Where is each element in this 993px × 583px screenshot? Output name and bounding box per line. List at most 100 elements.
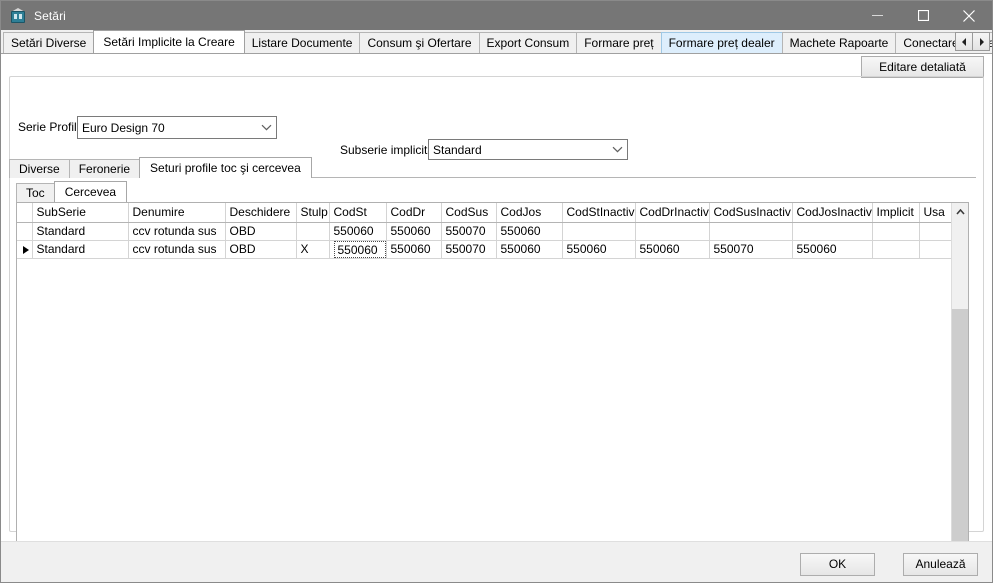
cell-codjos[interactable]: 550060: [496, 240, 563, 259]
tab-scroll-right-button[interactable]: [972, 32, 990, 51]
datagrid-vertical-scrollbar[interactable]: [951, 203, 968, 580]
close-icon: [963, 9, 975, 22]
cell-codjosinactiv[interactable]: [792, 222, 873, 241]
serie-profile-value: Euro Design 70: [82, 120, 165, 135]
row-header-cell[interactable]: [17, 222, 33, 241]
editare-detaliata-button[interactable]: Editare detaliată: [861, 56, 984, 78]
inner-tab-seturi-profile-toc-si-cercevea[interactable]: Seturi profile toc şi cercevea: [139, 157, 312, 178]
ok-button[interactable]: OK: [800, 553, 875, 576]
subserie-implicita-combobox[interactable]: Standard: [428, 139, 628, 160]
cell-codsusinactiv[interactable]: [709, 222, 793, 241]
column-header-codst[interactable]: CodSt: [329, 203, 387, 223]
cell-deschidere[interactable]: OBD: [225, 222, 297, 241]
cell-codsus[interactable]: 550070: [441, 222, 497, 241]
row-header-corner: [17, 203, 33, 223]
arrow-left-icon: [961, 37, 966, 46]
minimize-button[interactable]: [854, 1, 900, 30]
row-header-cell-current[interactable]: [17, 240, 33, 259]
main-tab-strip[interactable]: Setări Diverse Setări Implicite la Crear…: [1, 30, 992, 54]
cell-deschidere[interactable]: OBD: [225, 240, 297, 259]
cell-implicit[interactable]: [872, 240, 920, 259]
cell-stulp[interactable]: [296, 222, 330, 241]
cell-denumire[interactable]: ccv rotunda sus: [128, 222, 226, 241]
chevron-down-icon[interactable]: [257, 117, 276, 138]
tab-machete-rapoarte[interactable]: Machete Rapoarte: [781, 32, 897, 53]
close-button[interactable]: [946, 1, 992, 30]
cell-codjosinactiv[interactable]: 550060: [792, 240, 873, 259]
datagrid-table: SubSerie Denumire Deschidere Stulp CodSt…: [17, 203, 951, 259]
inner-tab-cercevea[interactable]: Cercevea: [53, 181, 128, 202]
inner-tab-feronerie[interactable]: Feronerie: [68, 159, 141, 178]
scroll-up-button[interactable]: [952, 203, 968, 220]
column-header-coddrinactiv[interactable]: CodDrInactiv: [635, 203, 710, 223]
subserie-implicita-label: Subserie implicită: [340, 143, 435, 157]
column-header-usa[interactable]: Usa: [919, 203, 951, 223]
maximize-button[interactable]: [900, 1, 946, 30]
column-header-stulp[interactable]: Stulp: [296, 203, 330, 223]
dialog-footer: OK Anulează: [1, 541, 992, 582]
seturi-profile-datagrid[interactable]: SubSerie Denumire Deschidere Stulp CodSt…: [16, 202, 969, 581]
cell-coddrinactiv[interactable]: 550060: [635, 240, 710, 259]
cancel-button[interactable]: Anulează: [903, 553, 978, 576]
cell-stulp[interactable]: X: [296, 240, 330, 259]
column-header-codstinactiv[interactable]: CodStInactiv: [562, 203, 636, 223]
cell-codjos[interactable]: 550060: [496, 222, 563, 241]
window-title: Setări: [34, 8, 66, 23]
serie-profile-combobox[interactable]: Euro Design 70: [77, 116, 277, 139]
cell-codst-selected[interactable]: 550060: [329, 240, 387, 259]
minimize-icon: [871, 15, 883, 16]
cell-codstinactiv[interactable]: 550060: [562, 240, 636, 259]
chevron-down-icon[interactable]: [608, 140, 627, 159]
cell-usa[interactable]: [919, 240, 951, 259]
table-row[interactable]: Standard ccv rotunda sus OBD 550060 5500…: [17, 222, 951, 241]
cell-codstinactiv[interactable]: [562, 222, 636, 241]
inner-tab-diverse[interactable]: Diverse: [9, 159, 70, 178]
datagrid-viewport[interactable]: SubSerie Denumire Deschidere Stulp CodSt…: [17, 203, 951, 580]
column-header-codsus[interactable]: CodSus: [441, 203, 497, 223]
settings-window: Setări Setări Diverse Setări Implicite l…: [0, 0, 993, 583]
maximize-icon: [917, 10, 929, 21]
column-header-codsusinactiv[interactable]: CodSusInactiv: [709, 203, 793, 223]
subserie-implicita-value: Standard: [433, 142, 482, 157]
inner-tab-toc[interactable]: Toc: [16, 183, 55, 202]
scroll-up-icon: [956, 208, 965, 215]
cell-subserie[interactable]: Standard: [32, 222, 129, 241]
column-header-deschidere[interactable]: Deschidere: [225, 203, 297, 223]
arrow-right-icon: [979, 37, 984, 46]
tab-page-setari-implicite: Editare detaliată Serie Profile: Euro De…: [1, 54, 992, 581]
table-row[interactable]: Standard ccv rotunda sus OBD X 550060 55…: [17, 240, 951, 259]
column-header-codjosinactiv[interactable]: CodJosInactiv: [792, 203, 873, 223]
column-header-denumire[interactable]: Denumire: [128, 203, 226, 223]
app-building-icon: [10, 7, 26, 24]
tab-scroll-left-button[interactable]: [955, 32, 973, 51]
inner-tab-strip-level2[interactable]: Toc Cercevea: [16, 181, 969, 202]
row-current-marker-icon: [23, 246, 30, 254]
tab-consum-ofertare[interactable]: Consum şi Ofertare: [359, 32, 480, 53]
cell-coddr[interactable]: 550060: [386, 222, 442, 241]
tab-scroll-buttons[interactable]: [955, 32, 990, 51]
inner-tab-strip-level1[interactable]: Diverse Feronerie Seturi profile toc şi …: [9, 157, 976, 178]
scrollbar-thumb[interactable]: [952, 309, 968, 555]
column-header-codjos[interactable]: CodJos: [496, 203, 563, 223]
column-header-coddr[interactable]: CodDr: [386, 203, 442, 223]
tab-setari-diverse[interactable]: Setări Diverse: [3, 32, 95, 53]
datagrid-header-row: SubSerie Denumire Deschidere Stulp CodSt…: [17, 203, 951, 223]
cell-usa[interactable]: [919, 222, 951, 241]
cell-codst-value: 550060: [333, 240, 385, 257]
tab-formare-pret-dealer[interactable]: Formare preț dealer: [660, 32, 783, 53]
cell-subserie[interactable]: Standard: [32, 240, 129, 259]
cell-codsusinactiv[interactable]: 550070: [709, 240, 793, 259]
tab-setari-implicite[interactable]: Setări Implicite la Creare: [93, 30, 245, 53]
cell-coddrinactiv[interactable]: [635, 222, 710, 241]
cell-implicit[interactable]: [872, 222, 920, 241]
tab-export-consum[interactable]: Export Consum: [478, 32, 578, 53]
inner-tab-strip-filler: [309, 177, 976, 178]
tab-formare-pret[interactable]: Formare preț: [576, 32, 662, 53]
column-header-subserie[interactable]: SubSerie: [32, 203, 129, 223]
cell-codst[interactable]: 550060: [329, 222, 387, 241]
cell-codsus[interactable]: 550070: [441, 240, 497, 259]
cell-denumire[interactable]: ccv rotunda sus: [128, 240, 226, 259]
cell-coddr[interactable]: 550060: [386, 240, 442, 259]
tab-listare-documente[interactable]: Listare Documente: [243, 32, 361, 53]
column-header-implicit[interactable]: Implicit: [872, 203, 920, 223]
